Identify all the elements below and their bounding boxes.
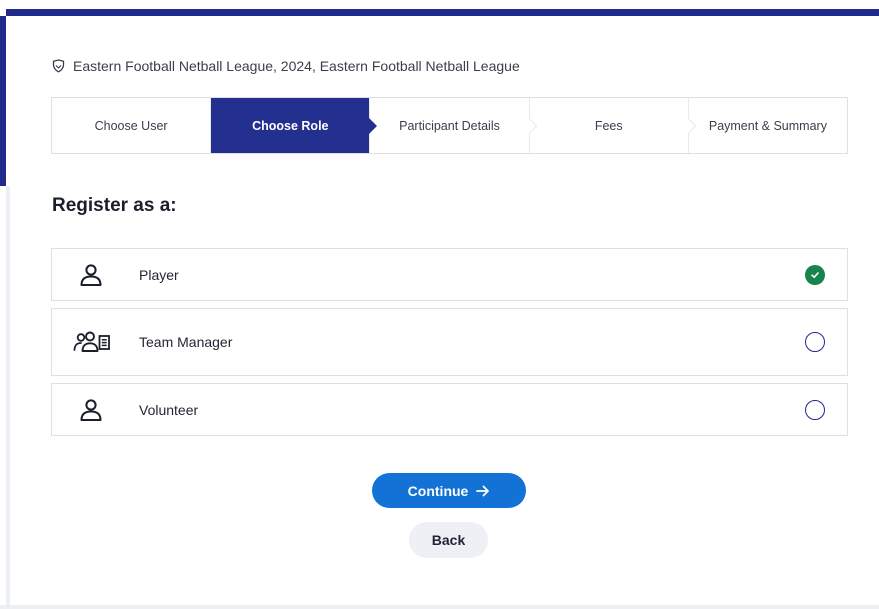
continue-label: Continue: [407, 482, 469, 499]
person-icon: [78, 262, 104, 288]
role-label: Volunteer: [139, 401, 199, 418]
shield-icon: [52, 59, 65, 73]
step-participant-details[interactable]: Participant Details: [369, 98, 537, 153]
step-label: Choose Role: [252, 118, 329, 133]
arrow-right-icon: [476, 485, 490, 496]
step-choose-role[interactable]: Choose Role: [210, 98, 370, 153]
registration-stepper: Choose User Choose Role Participant Deta…: [51, 97, 848, 154]
step-label: Choose User: [94, 118, 168, 133]
back-button[interactable]: Back: [409, 522, 488, 558]
competition-line: Eastern Football Netball League, 2024, E…: [52, 57, 520, 75]
step-label: Fees: [594, 118, 623, 133]
team-manager-icon: [73, 330, 111, 354]
top-bar: [0, 0, 879, 16]
person-icon: [78, 397, 104, 423]
step-label: Participant Details: [399, 118, 500, 133]
top-band: [6, 9, 879, 16]
step-fees[interactable]: Fees: [528, 98, 697, 153]
role-radio[interactable]: [805, 399, 825, 420]
role-label: Player: [139, 266, 179, 283]
continue-button[interactable]: Continue: [372, 473, 526, 508]
left-accent: [0, 16, 11, 186]
bottom-rule: [0, 605, 879, 609]
step-label: Payment & Summary: [708, 118, 827, 133]
left-rule: [6, 186, 10, 609]
step-choose-user[interactable]: Choose User: [52, 98, 210, 153]
role-radio-selected[interactable]: [805, 264, 825, 285]
check-icon: [811, 271, 819, 278]
step-payment-summary[interactable]: Payment & Summary: [687, 98, 847, 153]
role-option-volunteer[interactable]: Volunteer: [51, 383, 848, 436]
role-option-player[interactable]: Player: [51, 248, 848, 301]
page-title: Register as a:: [52, 195, 177, 216]
role-option-team-manager[interactable]: Team Manager: [51, 308, 848, 376]
competition-name: Eastern Football Netball League, 2024, E…: [73, 58, 520, 74]
role-label: Team Manager: [139, 334, 233, 350]
role-radio[interactable]: [805, 332, 825, 352]
